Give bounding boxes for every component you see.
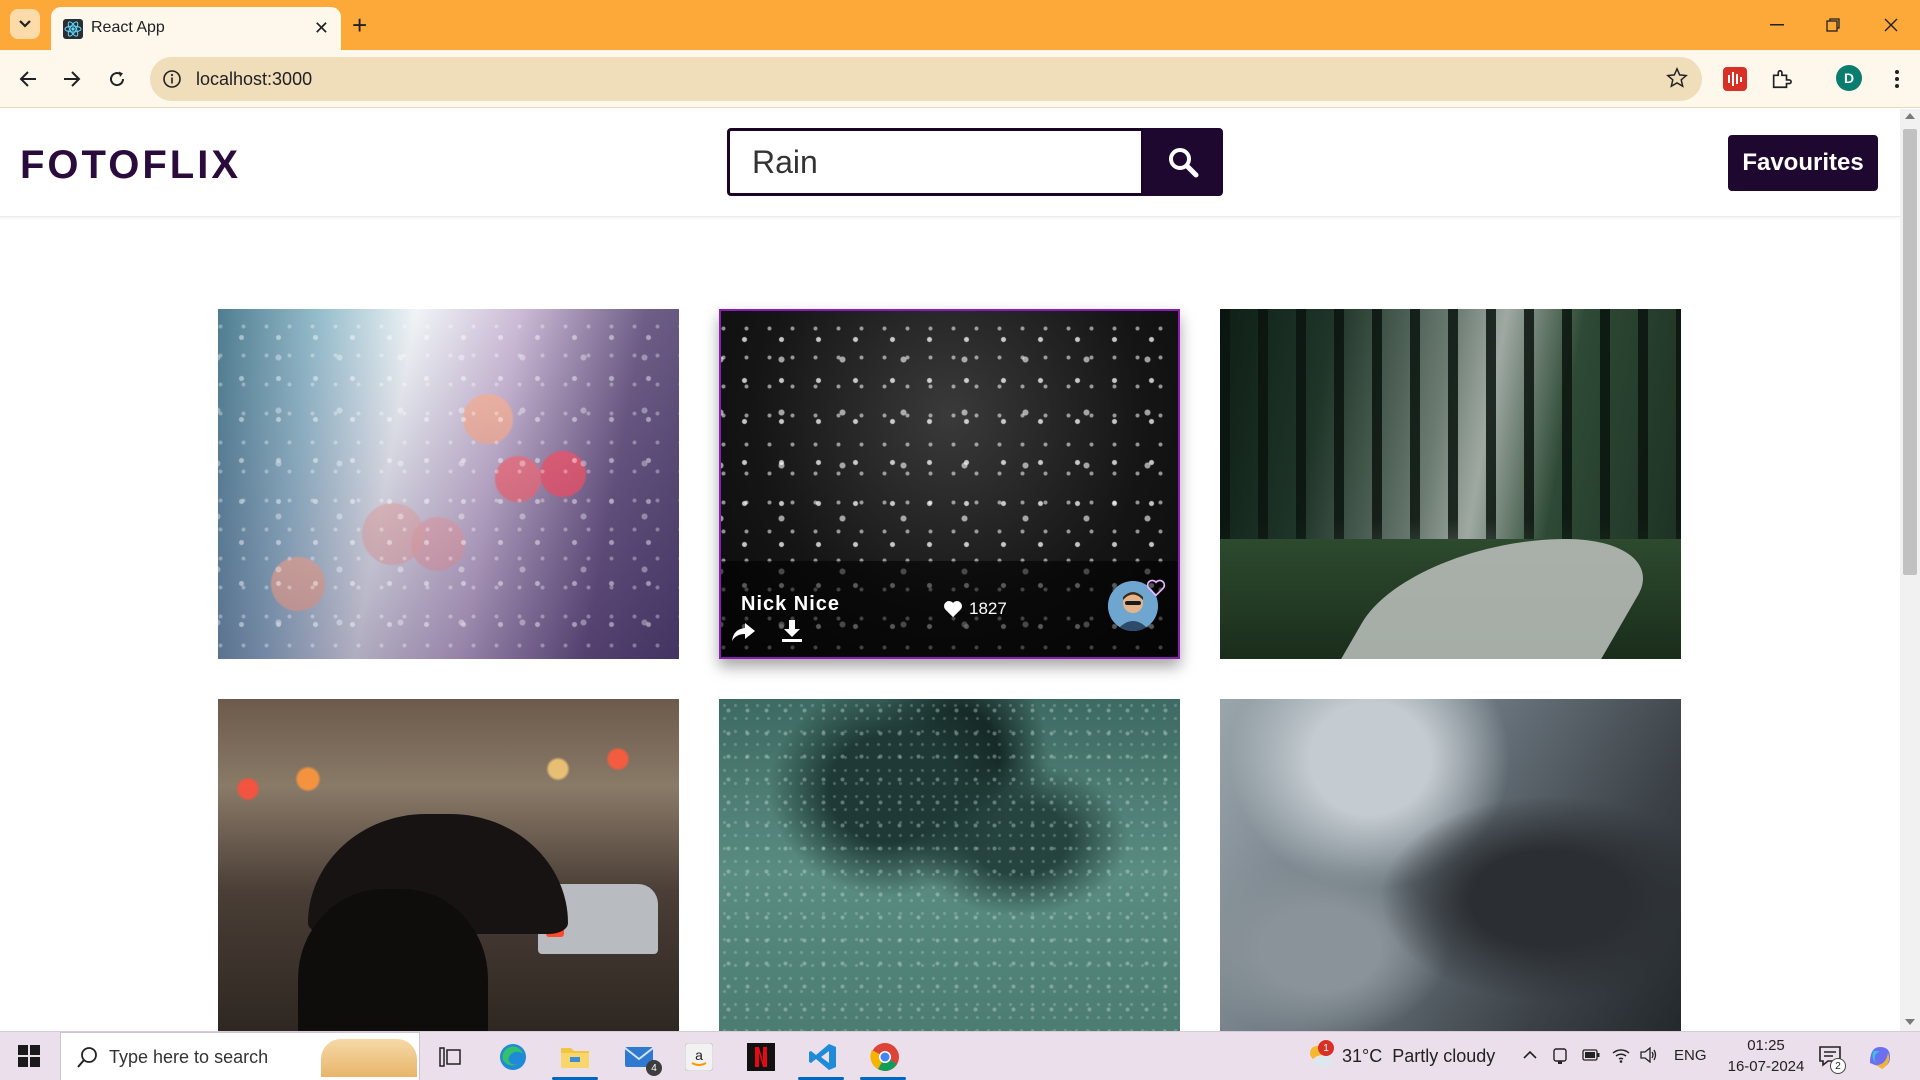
- back-icon[interactable]: [12, 63, 44, 95]
- photo-card-hovered[interactable]: Nick Nice 1827: [719, 309, 1180, 659]
- minimize-icon[interactable]: [1762, 10, 1792, 40]
- weather-alert-badge: 1: [1318, 1040, 1334, 1056]
- new-tab-icon[interactable]: +: [352, 12, 367, 38]
- forward-icon[interactable]: [56, 63, 88, 95]
- chevron-up-icon[interactable]: [1522, 1050, 1538, 1060]
- weather-text[interactable]: 31°C Partly cloudy: [1342, 1046, 1495, 1067]
- windows-start-icon[interactable]: [18, 1045, 40, 1067]
- extension-audio-icon[interactable]: [1720, 64, 1750, 94]
- search-icon: [1169, 148, 1199, 178]
- url-text: localhost:3000: [196, 69, 313, 89]
- app-header: FOTOFLIX Favourites: [0, 109, 1900, 217]
- download-icon[interactable]: [781, 619, 803, 643]
- taskbar-search-placeholder: Type here to search: [109, 1047, 269, 1067]
- browser-tab[interactable]: React App ✕: [51, 7, 341, 50]
- browser-menu-icon[interactable]: [1882, 64, 1912, 94]
- profile-avatar[interactable]: D: [1836, 65, 1862, 91]
- tab-search-dropdown[interactable]: [10, 9, 40, 39]
- weather-condition: Partly cloudy: [1392, 1046, 1496, 1066]
- reload-icon[interactable]: [101, 63, 133, 95]
- bookmark-star-icon[interactable]: [1666, 67, 1688, 89]
- scroll-down-arrow-icon[interactable]: [1905, 1019, 1915, 1025]
- search-button[interactable]: [1143, 128, 1223, 196]
- amazon-icon[interactable]: a: [682, 1040, 716, 1074]
- chevron-down-icon: [19, 20, 31, 28]
- favourite-heart-icon[interactable]: [1146, 579, 1166, 597]
- edge-browser-icon[interactable]: [496, 1040, 530, 1074]
- clock-date[interactable]: 16-07-2024: [1718, 1058, 1814, 1075]
- netflix-icon[interactable]: [744, 1040, 778, 1074]
- photo-card[interactable]: [218, 699, 679, 1031]
- browser-toolbar: localhost:3000 D: [0, 50, 1920, 108]
- scrollbar-thumb[interactable]: [1903, 129, 1917, 575]
- search-icon: [77, 1047, 97, 1068]
- wifi-icon[interactable]: [1612, 1047, 1630, 1063]
- restore-icon[interactable]: [1818, 10, 1848, 40]
- photo-card[interactable]: [719, 699, 1180, 1031]
- photo-card[interactable]: [1220, 309, 1681, 659]
- battery-icon[interactable]: [1582, 1049, 1600, 1061]
- copilot-icon[interactable]: [1866, 1043, 1894, 1071]
- temperature: 31°C: [1342, 1046, 1383, 1066]
- file-explorer-icon[interactable]: [558, 1040, 592, 1074]
- tab-close-icon[interactable]: ✕: [314, 18, 329, 38]
- tab-title: React App: [91, 19, 165, 36]
- share-icon[interactable]: [731, 621, 757, 643]
- windows-taskbar: Type here to search 4 a 1 31°C Partly cl…: [0, 1031, 1920, 1080]
- search-highlight-image: [321, 1039, 417, 1077]
- page-viewport: FOTOFLIX Favourites Nick Nice 1827: [0, 109, 1920, 1031]
- browser-tab-strip: React App ✕ +: [0, 0, 1920, 50]
- language-indicator[interactable]: ENG: [1674, 1047, 1707, 1064]
- notification-badge: 2: [1830, 1058, 1846, 1074]
- close-window-icon[interactable]: [1876, 10, 1906, 40]
- likes-count: 1827: [943, 599, 1007, 619]
- photo-card[interactable]: [1220, 699, 1681, 1031]
- mail-badge: 4: [646, 1060, 662, 1076]
- site-info-icon[interactable]: [162, 69, 182, 89]
- app-logo[interactable]: FOTOFLIX: [20, 143, 241, 188]
- taskbar-search-box[interactable]: Type here to search: [60, 1032, 420, 1080]
- address-bar[interactable]: localhost:3000: [150, 57, 1702, 101]
- search-input[interactable]: [727, 128, 1144, 196]
- photographer-name: Nick Nice: [741, 593, 841, 615]
- scroll-up-arrow-icon[interactable]: [1905, 113, 1915, 119]
- svg-text:a: a: [695, 1047, 703, 1063]
- photo-card[interactable]: [218, 309, 679, 659]
- task-view-icon[interactable]: [433, 1040, 467, 1074]
- likes-number: 1827: [969, 599, 1007, 618]
- heart-icon: [944, 601, 962, 618]
- extensions-puzzle-icon[interactable]: [1766, 64, 1796, 94]
- photo-rainy-glass: [719, 699, 1180, 1031]
- chrome-icon[interactable]: [868, 1040, 902, 1074]
- volume-icon[interactable]: [1640, 1047, 1658, 1063]
- vscode-icon[interactable]: [806, 1040, 840, 1074]
- clock-time[interactable]: 01:25: [1738, 1037, 1794, 1054]
- mail-icon[interactable]: 4: [622, 1040, 662, 1076]
- favourites-button[interactable]: Favourites: [1728, 135, 1878, 191]
- meet-now-icon[interactable]: [1552, 1047, 1568, 1065]
- react-logo-icon: [63, 19, 83, 39]
